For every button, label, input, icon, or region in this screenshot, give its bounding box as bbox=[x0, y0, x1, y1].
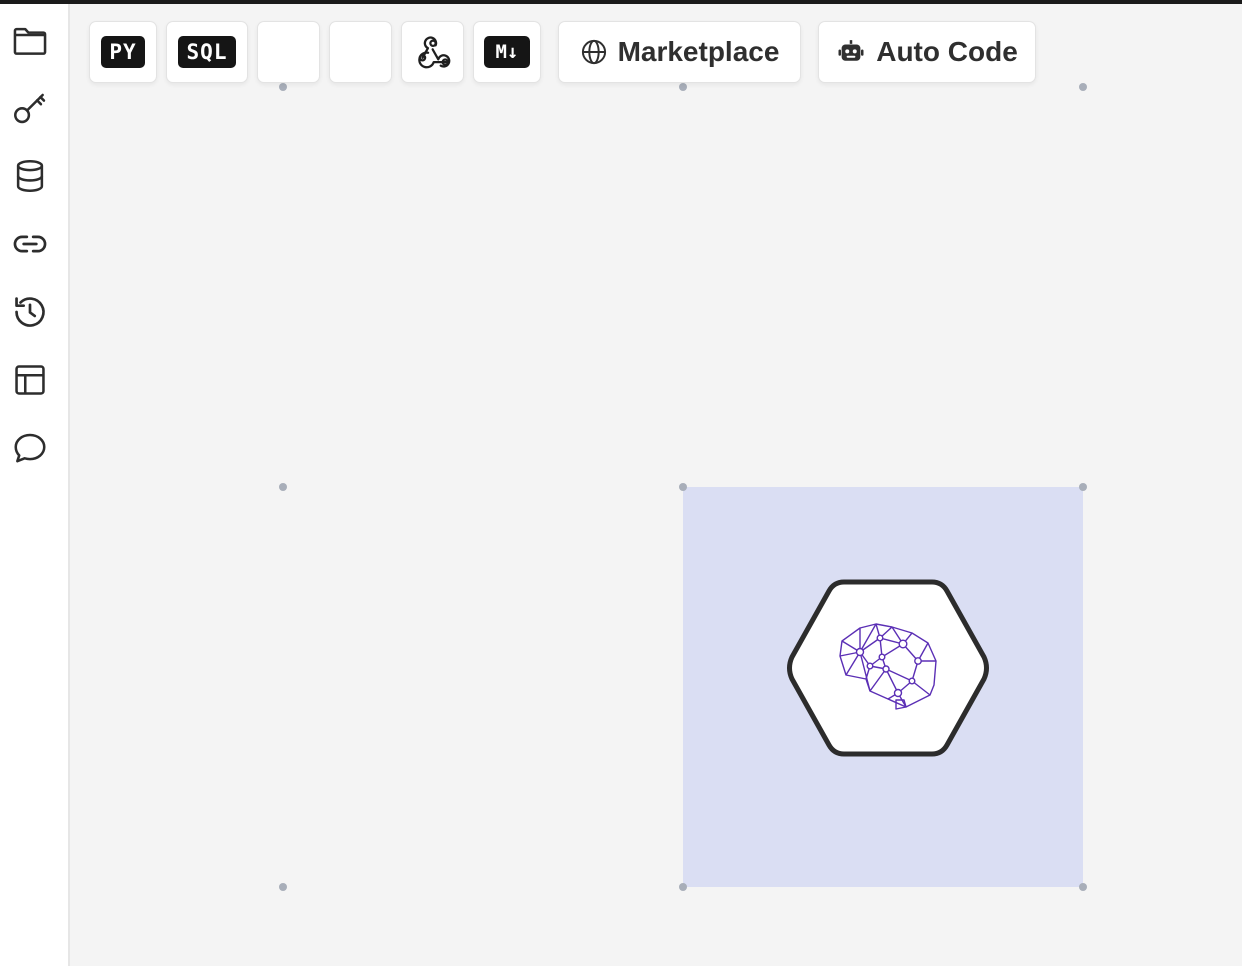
grid-dot bbox=[279, 83, 287, 91]
grid-dot bbox=[1079, 83, 1087, 91]
sql-node-button[interactable]: SQL bbox=[166, 21, 248, 83]
database-icon bbox=[16, 160, 44, 192]
sidebar-item-chat[interactable] bbox=[8, 426, 52, 470]
sidebar-item-connections[interactable] bbox=[8, 222, 52, 266]
sidebar-item-history[interactable] bbox=[8, 290, 52, 334]
grid-dot bbox=[679, 483, 687, 491]
webhook-icon bbox=[417, 36, 450, 69]
link-icon bbox=[13, 235, 47, 253]
markdown-node-button[interactable]: M↓ bbox=[473, 21, 541, 83]
sidebar-item-database[interactable] bbox=[8, 154, 52, 198]
sidebar-item-secrets[interactable] bbox=[8, 86, 52, 130]
grid-dot bbox=[1079, 483, 1087, 491]
grid-dot bbox=[279, 483, 287, 491]
sql-badge: SQL bbox=[178, 36, 236, 68]
folder-icon bbox=[13, 27, 47, 55]
globe-icon bbox=[581, 39, 606, 65]
blank-node-button-2[interactable] bbox=[329, 21, 392, 83]
grid-dot bbox=[679, 883, 687, 891]
sidebar-item-layout[interactable] bbox=[8, 358, 52, 402]
sidebar-item-files[interactable] bbox=[8, 19, 52, 63]
auto-code-label: Auto Code bbox=[876, 36, 1018, 67]
python-badge: PY bbox=[101, 36, 145, 68]
webhook-node-button[interactable] bbox=[401, 21, 464, 83]
chat-icon bbox=[14, 433, 46, 463]
ai-node[interactable] bbox=[786, 577, 990, 759]
auto-code-button[interactable]: Auto Code bbox=[818, 21, 1036, 83]
history-icon bbox=[15, 297, 45, 327]
sidebar bbox=[0, 4, 70, 966]
layout-icon bbox=[15, 365, 45, 395]
grid-dot bbox=[1079, 883, 1087, 891]
robot-icon bbox=[838, 40, 864, 61]
key-icon bbox=[14, 93, 46, 124]
marketplace-label: Marketplace bbox=[617, 36, 780, 67]
markdown-badge: M↓ bbox=[484, 36, 530, 68]
python-node-button[interactable]: PY bbox=[89, 21, 157, 83]
grid-dot bbox=[279, 883, 287, 891]
blank-node-button-1[interactable] bbox=[257, 21, 320, 83]
grid-dot bbox=[679, 83, 687, 91]
marketplace-button[interactable]: Marketplace bbox=[558, 21, 801, 83]
